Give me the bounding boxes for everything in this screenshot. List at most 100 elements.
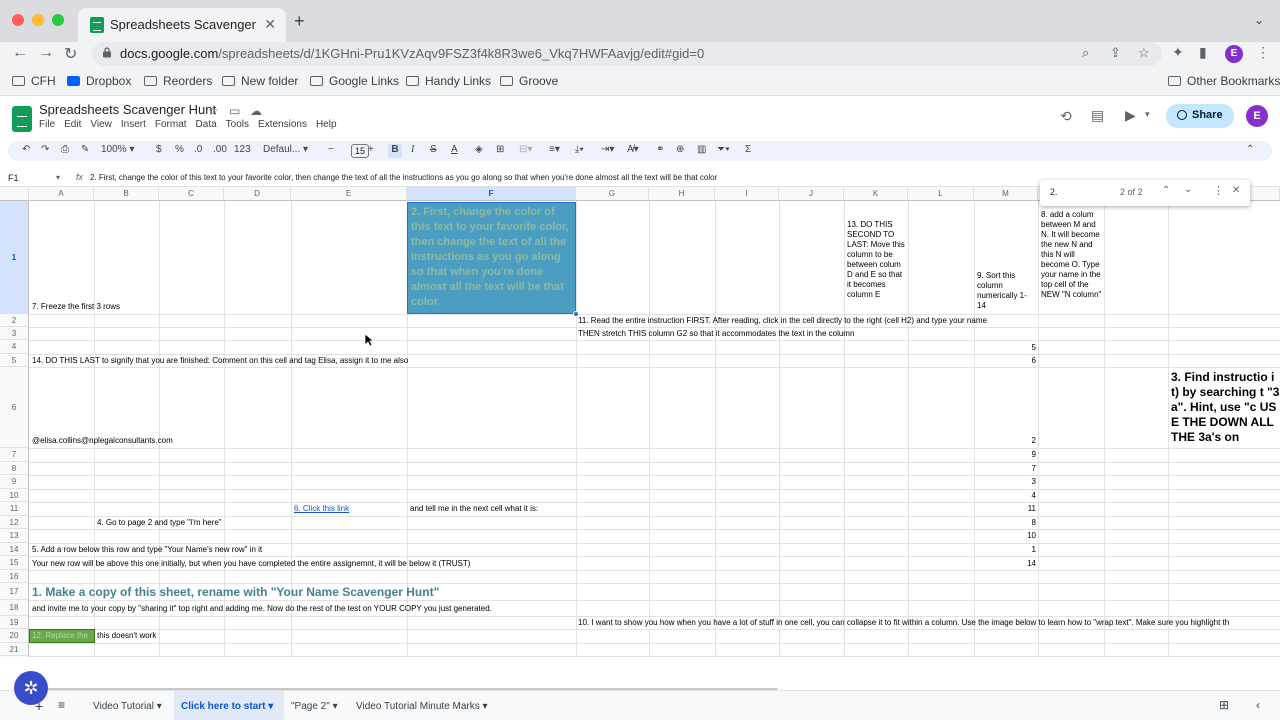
- cell-m5[interactable]: 6: [1024, 356, 1036, 366]
- text-wrap-icon[interactable]: ⇥▾: [601, 144, 614, 155]
- cell-m10[interactable]: 4: [1024, 491, 1036, 501]
- insert-comment-icon[interactable]: ⊕: [676, 144, 684, 155]
- cell-m11[interactable]: 11: [1020, 504, 1036, 514]
- column-header-g[interactable]: G: [576, 187, 649, 201]
- row-header-20[interactable]: 20: [0, 629, 29, 643]
- browser-tab[interactable]: Spreadsheets Scavenger Hunt ✕: [78, 8, 286, 42]
- sheet-tab-page-2[interactable]: "Page 2" ▾: [291, 701, 338, 712]
- cell-f11[interactable]: and tell me in the next cell what it is:: [410, 504, 538, 514]
- formula-input[interactable]: 2. First, change the color of this text …: [90, 173, 717, 182]
- document-title[interactable]: Spreadsheets Scavenger Hunt: [39, 102, 216, 117]
- bookmark-groove[interactable]: Groove: [500, 74, 558, 88]
- zoom-select[interactable]: 100% ▾: [101, 144, 134, 155]
- cell-m6[interactable]: 2: [1024, 436, 1036, 446]
- merge-cells-icon[interactable]: ⊟▾: [519, 144, 532, 155]
- row-header-9[interactable]: 9: [0, 475, 29, 489]
- bookmark-star-icon[interactable]: ☆: [1138, 45, 1150, 61]
- find-input[interactable]: 2.: [1050, 187, 1058, 197]
- sheet-tab-video-tutorial[interactable]: Video Tutorial ▾: [93, 701, 162, 712]
- close-tab-icon[interactable]: ✕: [264, 16, 276, 33]
- row-header-17[interactable]: 17: [0, 583, 29, 600]
- more-options-icon[interactable]: ⋮: [1213, 184, 1224, 197]
- cell-a6[interactable]: @elisa.collins@nplegalconsultants.com: [32, 436, 173, 446]
- gear-icon[interactable]: ✲: [14, 671, 48, 705]
- row-header-19[interactable]: 19: [0, 616, 29, 629]
- increase-font-size-icon[interactable]: +: [368, 144, 374, 155]
- column-header-c[interactable]: C: [159, 187, 224, 201]
- cell-k1[interactable]: 13. DO THIS SECOND TO LAST: Move this co…: [847, 220, 907, 300]
- functions-icon[interactable]: Σ: [745, 144, 751, 155]
- row-header-2[interactable]: 2: [0, 314, 29, 327]
- reload-icon[interactable]: ↻: [64, 44, 77, 64]
- menu-view[interactable]: View: [90, 119, 112, 130]
- row-header-13[interactable]: 13: [0, 529, 29, 543]
- row-header-10[interactable]: 10: [0, 489, 29, 502]
- zoom-icon[interactable]: ⌕: [1082, 45, 1089, 61]
- user-avatar[interactable]: E: [1246, 105, 1268, 127]
- cell-m14[interactable]: 1: [1024, 545, 1036, 555]
- extensions-icon[interactable]: ✦: [1172, 44, 1184, 61]
- cell-m9[interactable]: 3: [1024, 477, 1036, 487]
- menu-extensions[interactable]: Extensions: [258, 119, 307, 130]
- font-select[interactable]: Defaul... ▾: [263, 144, 308, 155]
- comments-icon[interactable]: ▤: [1091, 107, 1104, 124]
- column-header-k[interactable]: K: [844, 187, 908, 201]
- bookmark-google-links[interactable]: Google Links: [310, 74, 399, 88]
- redo-icon[interactable]: ↷: [41, 144, 49, 155]
- menu-data[interactable]: Data: [196, 119, 217, 130]
- row-header-14[interactable]: 14: [0, 543, 29, 556]
- share-button[interactable]: Share: [1166, 104, 1234, 128]
- row-header-18[interactable]: 18: [0, 600, 29, 616]
- row-header-12[interactable]: 12: [0, 516, 29, 529]
- row-header-1[interactable]: 1: [0, 201, 29, 314]
- row-header-3[interactable]: 3: [0, 327, 29, 340]
- chevron-down-icon[interactable]: ⌄: [1184, 184, 1192, 195]
- menu-edit[interactable]: Edit: [64, 119, 81, 130]
- chevron-down-icon[interactable]: ▾: [1145, 109, 1150, 120]
- sheets-logo-icon[interactable]: [12, 106, 32, 132]
- cell-m8[interactable]: 7: [1024, 464, 1036, 474]
- cell-m12[interactable]: 8: [1024, 518, 1036, 528]
- text-color-button[interactable]: A: [451, 144, 458, 155]
- menu-tools[interactable]: Tools: [226, 119, 249, 130]
- maximize-window-button[interactable]: [52, 14, 64, 26]
- share-page-icon[interactable]: ⇪: [1110, 45, 1121, 61]
- currency-format-button[interactable]: $: [156, 144, 162, 155]
- cell-m1[interactable]: 9. Sort this column numerically 1-14: [977, 271, 1035, 311]
- align-icon[interactable]: ≡▾: [549, 144, 560, 155]
- decrease-decimal-button[interactable]: .0: [194, 144, 202, 155]
- collapse-toolbar-icon[interactable]: ⌃: [1246, 144, 1254, 155]
- star-icon[interactable]: ☆: [208, 104, 219, 118]
- cell-a17[interactable]: 1. Make a copy of this sheet, rename wit…: [32, 585, 439, 599]
- column-header-h[interactable]: H: [649, 187, 715, 201]
- cell-a5[interactable]: 14. DO THIS LAST to signify that you are…: [32, 356, 408, 366]
- row-header-6[interactable]: 6: [0, 367, 29, 448]
- row-header-22[interactable]: 22: [0, 656, 29, 657]
- row-header-5[interactable]: 5: [0, 354, 29, 367]
- cell-b12[interactable]: 4. Go to page 2 and type "I'm here": [97, 518, 222, 528]
- font-size-input[interactable]: 15: [351, 144, 369, 158]
- column-header-l[interactable]: L: [908, 187, 974, 201]
- back-arrow-icon[interactable]: ←: [12, 44, 28, 62]
- cell-b20[interactable]: this doesn't work: [97, 631, 156, 641]
- explore-icon[interactable]: ⊞: [1219, 698, 1229, 712]
- new-tab-icon[interactable]: +: [294, 11, 305, 32]
- percent-format-button[interactable]: %: [175, 144, 184, 155]
- row-header-16[interactable]: 16: [0, 570, 29, 583]
- cell-e11-link[interactable]: 6. Click this link: [294, 504, 349, 514]
- cell-a14[interactable]: 5. Add a row below this row and type "Yo…: [32, 545, 262, 555]
- cell-m13[interactable]: 10: [1020, 531, 1036, 541]
- name-box[interactable]: F1: [8, 173, 19, 183]
- row-header-21[interactable]: 21: [0, 643, 29, 656]
- close-find-icon[interactable]: ✕: [1232, 185, 1240, 196]
- text-rotation-icon[interactable]: A̸▾: [627, 144, 639, 155]
- minimize-window-button[interactable]: [32, 14, 44, 26]
- row-header-8[interactable]: 8: [0, 462, 29, 475]
- browser-menu-icon[interactable]: ⋮: [1256, 44, 1270, 61]
- cell-g2[interactable]: 11. Read the entire instruction FIRST. A…: [578, 316, 987, 326]
- menu-file[interactable]: File: [39, 119, 55, 130]
- menu-format[interactable]: Format: [155, 119, 187, 130]
- row-header-4[interactable]: 4: [0, 340, 29, 354]
- cell-m15[interactable]: 14: [1020, 559, 1036, 569]
- insert-chart-icon[interactable]: ▥: [697, 144, 706, 155]
